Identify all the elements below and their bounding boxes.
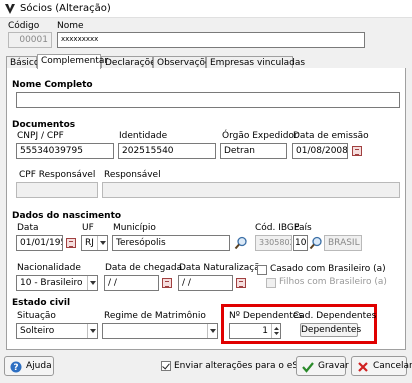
search-icon[interactable] xyxy=(309,236,323,250)
checkmark-icon xyxy=(302,362,314,373)
documentos-section-label: Documentos xyxy=(12,120,76,130)
nome-completo-label: Nome Completo xyxy=(12,80,93,90)
chevron-down-icon xyxy=(207,324,217,338)
cpf-responsavel-label: CPF Responsável xyxy=(19,170,96,180)
nome-label: Nome xyxy=(57,21,84,31)
title-bar: Sócios (Alteração) xyxy=(0,0,412,18)
identidade-label: Identidade xyxy=(119,131,168,141)
filhos-checkbox xyxy=(266,278,276,288)
filhos-label: Filhos com Brasileiro (a) xyxy=(279,277,387,287)
nascimento-section-label: Dados do nascimento xyxy=(12,211,122,221)
ajuda-button[interactable]: ? Ajuda xyxy=(4,356,54,376)
orgao-expedidor-field[interactable]: Detran xyxy=(220,143,287,159)
uf-value: RJ xyxy=(85,238,94,248)
gravar-label: Gravar xyxy=(318,361,349,371)
regime-select[interactable] xyxy=(102,323,218,339)
cod-ibge-field: 3305802 xyxy=(255,235,292,251)
pais-name-field: BRASIL xyxy=(324,235,362,251)
uf-select[interactable]: RJ xyxy=(81,235,108,251)
cnpj-label: CNPJ / CPF xyxy=(17,131,64,141)
codigo-label: Código xyxy=(8,21,40,31)
search-icon[interactable] xyxy=(234,236,248,250)
data-chegada-field[interactable]: / / xyxy=(104,275,159,291)
nacionalidade-select[interactable]: 10 - Brasileiro xyxy=(16,275,98,291)
data-nascimento-label: Data xyxy=(17,223,39,233)
estado-civil-section-label: Estado civil xyxy=(12,298,71,308)
cad-dependentes-label: Cad. Dependentes xyxy=(293,311,377,321)
pais-code-field[interactable]: 105 xyxy=(293,235,308,251)
casado-checkbox[interactable] xyxy=(257,265,267,275)
cnpj-field[interactable]: 55534039795 xyxy=(16,143,114,159)
cancelar-button[interactable]: Cancelar xyxy=(351,356,412,376)
data-naturalizacao-label: Data Naturalização xyxy=(179,263,266,273)
cod-ibge-label: Cód. IBGE xyxy=(255,223,300,233)
nome-field[interactable]: xxxxxxxxx xyxy=(57,32,365,48)
data-chegada-label: Data de chegada xyxy=(105,263,183,273)
data-emissao-label: Data de emissão xyxy=(293,131,369,141)
pais-label: País xyxy=(294,223,312,233)
dependentes-label: Nº Dependentes xyxy=(229,311,303,321)
data-nascimento-field[interactable]: 01/01/1950 xyxy=(16,235,63,251)
uf-label: UF xyxy=(82,223,94,233)
chevron-down-icon xyxy=(87,324,97,338)
nacionalidade-label: Nacionalidade xyxy=(17,263,81,273)
calendar-icon[interactable] xyxy=(162,278,172,288)
calendar-icon[interactable] xyxy=(66,238,76,248)
regime-label: Regime de Matrimônio xyxy=(104,311,206,321)
gravar-button[interactable]: Gravar xyxy=(296,356,349,376)
calendar-icon[interactable] xyxy=(352,146,362,156)
dependentes-button[interactable]: Dependentes xyxy=(300,323,361,337)
chevron-down-icon xyxy=(97,236,107,250)
municipio-label: Município xyxy=(113,223,156,233)
esocial-checkbox[interactable] xyxy=(161,361,171,371)
ajuda-label: Ajuda xyxy=(26,361,52,371)
situacao-label: Situação xyxy=(17,311,56,321)
close-icon xyxy=(358,362,368,372)
dependentes-spinner[interactable]: 1 xyxy=(229,323,281,339)
orgao-expedidor-label: Órgão Expedidor xyxy=(222,131,298,141)
codigo-field: 00001 xyxy=(8,32,52,48)
help-icon: ? xyxy=(10,361,22,373)
nome-completo-field[interactable] xyxy=(16,92,400,108)
cpf-responsavel-field xyxy=(16,182,98,198)
cancelar-label: Cancelar xyxy=(373,361,412,371)
data-emissao-field[interactable]: 01/08/2008 xyxy=(292,143,348,159)
casado-label: Casado com Brasileiro (a) xyxy=(270,264,386,274)
chevron-down-icon xyxy=(87,276,97,290)
calendar-icon[interactable] xyxy=(236,278,246,288)
dependentes-value: 1 xyxy=(262,326,268,336)
spinner-arrows-icon[interactable] xyxy=(271,324,280,338)
situacao-value: Solteiro xyxy=(20,326,55,336)
responsavel-field xyxy=(102,182,400,198)
svg-text:?: ? xyxy=(13,363,18,373)
app-logo-icon xyxy=(5,4,15,14)
responsavel-label: Responsável xyxy=(104,170,161,180)
tab-complementar[interactable]: Complementar xyxy=(37,54,108,69)
nacionalidade-value: 10 - Brasileiro xyxy=(20,278,83,288)
situacao-select[interactable]: Solteiro xyxy=(16,323,98,339)
municipio-field[interactable]: Teresópolis xyxy=(112,235,230,251)
window-title: Sócios (Alteração) xyxy=(20,3,111,14)
data-naturalizacao-field[interactable]: / / xyxy=(178,275,233,291)
identidade-field[interactable]: 202515540 xyxy=(118,143,216,159)
